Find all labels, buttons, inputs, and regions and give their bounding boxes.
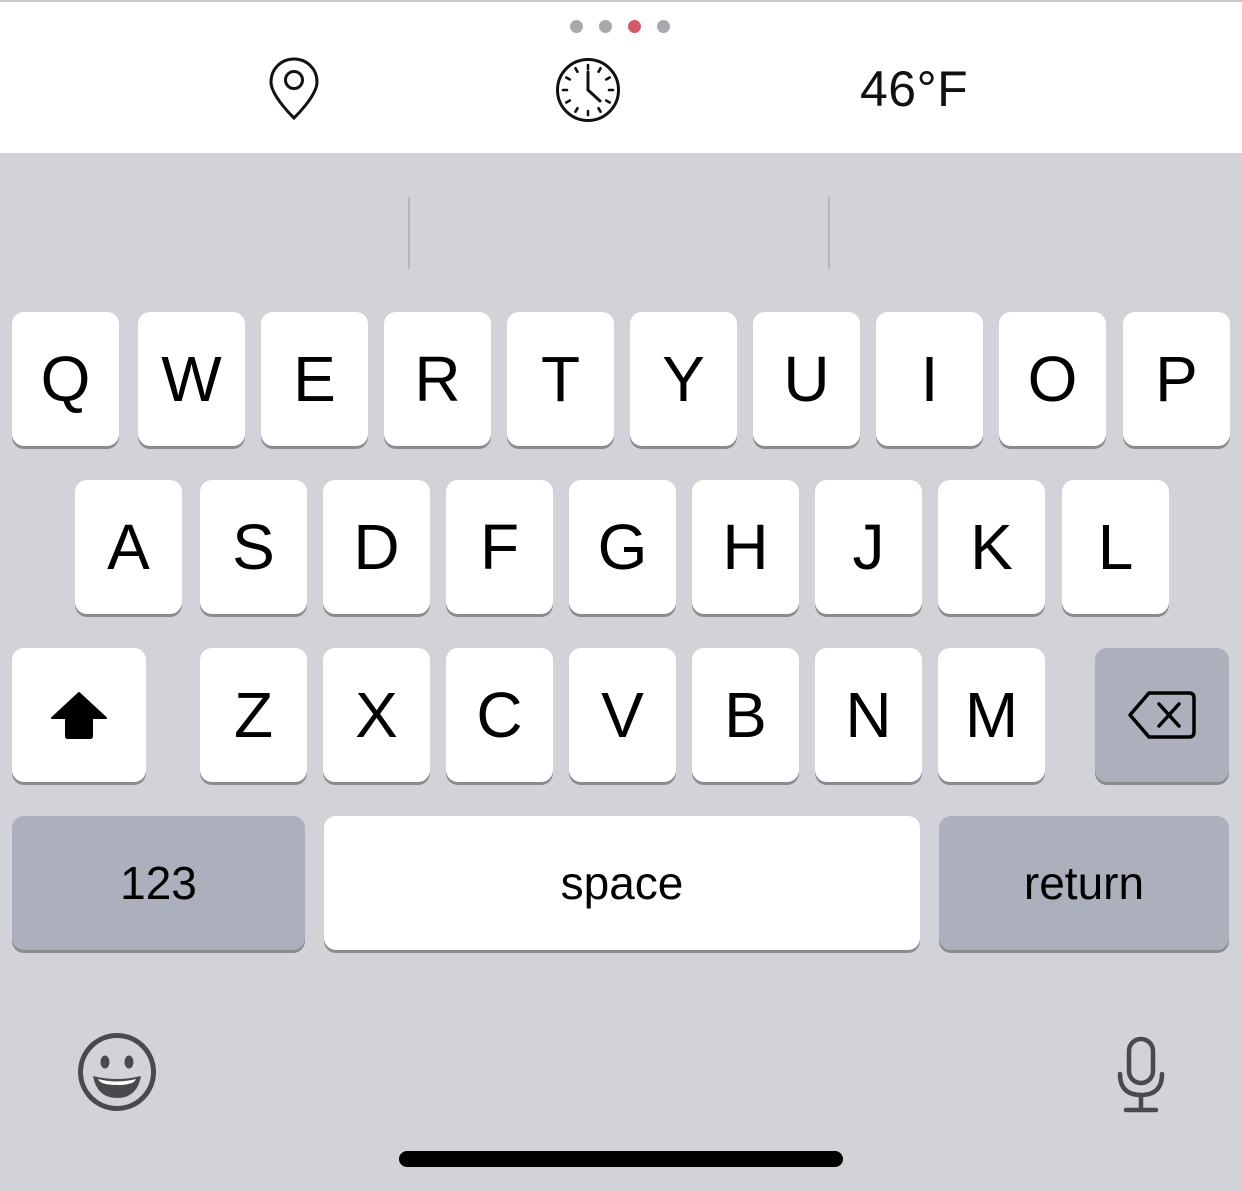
key-r[interactable]: R [384,312,491,446]
key-t[interactable]: T [507,312,614,446]
page-dot-4[interactable] [657,20,670,33]
key-f[interactable]: F [446,480,553,614]
key-h[interactable]: H [692,480,799,614]
key-a[interactable]: A [75,480,182,614]
page-dot-1[interactable] [570,20,583,33]
shift-key[interactable] [12,648,146,782]
key-u[interactable]: U [753,312,860,446]
key-s[interactable]: S [200,480,307,614]
key-e[interactable]: E [261,312,368,446]
temperature-label[interactable]: 46°F [860,60,968,118]
key-m[interactable]: M [938,648,1045,782]
key-b[interactable]: B [692,648,799,782]
clock-icon[interactable] [555,57,621,123]
key-v[interactable]: V [569,648,676,782]
suggestion-bar [0,153,1242,303]
key-z[interactable]: Z [200,648,307,782]
page-dot-2[interactable] [599,20,612,33]
key-l[interactable]: L [1062,480,1169,614]
key-w[interactable]: W [138,312,245,446]
suggestion-slot-left[interactable] [0,193,409,273]
page-dot-3-active[interactable] [628,20,641,33]
key-k[interactable]: K [938,480,1045,614]
key-n[interactable]: N [815,648,922,782]
key-p[interactable]: P [1123,312,1230,446]
delete-key[interactable] [1095,648,1229,782]
accessory-bar: 46°F [0,0,1242,153]
suggestion-divider [408,197,410,269]
key-j[interactable]: J [815,480,922,614]
space-key[interactable]: space [324,816,920,950]
page-indicator[interactable] [570,20,670,33]
key-x[interactable]: X [323,648,430,782]
microphone-icon[interactable] [1115,1036,1167,1114]
suggestion-slot-right[interactable] [831,193,1242,273]
home-indicator[interactable] [399,1151,843,1167]
key-i[interactable]: I [876,312,983,446]
return-key[interactable]: return [939,816,1229,950]
shift-arrow-icon [51,692,107,739]
map-pin-icon[interactable] [268,56,320,122]
key-c[interactable]: C [446,648,553,782]
emoji-smile-icon[interactable] [77,1032,157,1112]
key-q[interactable]: Q [12,312,119,446]
key-g[interactable]: G [569,480,676,614]
key-o[interactable]: O [999,312,1106,446]
suggestion-divider [828,197,830,269]
suggestion-slot-center[interactable] [411,193,828,273]
backspace-icon [1128,691,1196,739]
key-y[interactable]: Y [630,312,737,446]
key-d[interactable]: D [323,480,430,614]
numbers-key[interactable]: 123 [12,816,305,950]
